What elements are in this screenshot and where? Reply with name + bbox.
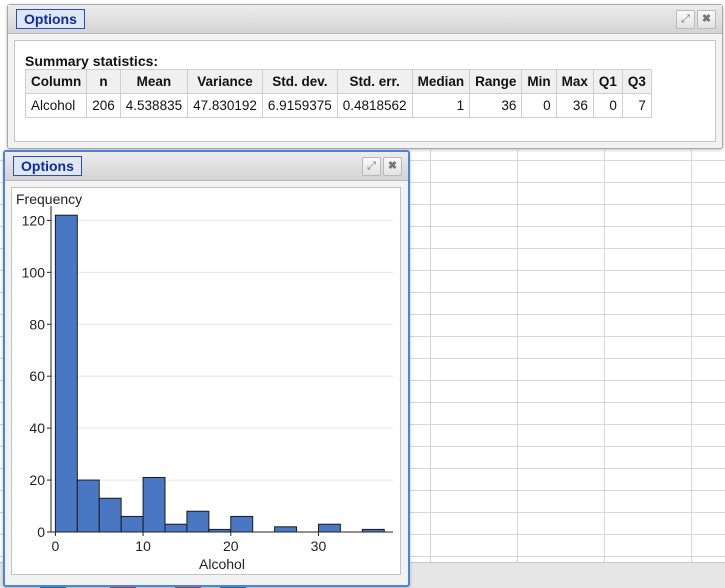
close-icon[interactable]: ✖ xyxy=(383,157,402,176)
y-tick-label: 0 xyxy=(37,524,45,540)
hist-content: 0204060801001200102030FrequencyAlcohol ☰ xyxy=(11,187,401,575)
histogram-panel: Options ⤢ ✖ 0 20 40 60 80 100 120 0 10 20 30 Freque… xyxy=(3,150,410,587)
table-cell: 4.538835 xyxy=(119,93,189,118)
stats-panel-titlebar[interactable]: Options ⤢ ✖ xyxy=(8,5,722,34)
y-tick-label: 40 xyxy=(29,420,45,436)
table-cell: 0 xyxy=(521,93,557,118)
y-tick-label: 60 xyxy=(29,368,45,384)
x-tick-label: 10 xyxy=(135,538,151,554)
histogram-bar[interactable] xyxy=(120,515,144,533)
table-cell: 36 xyxy=(555,93,594,118)
stats-content: Summary statistics: Column n Mean Variance S… xyxy=(14,40,716,142)
x-tick-label: 30 xyxy=(311,538,327,554)
y-tick-label: 100 xyxy=(22,264,46,280)
y-tick-label: 20 xyxy=(29,472,45,488)
column-header-min[interactable]: Min xyxy=(521,69,557,94)
y-tick-label: 120 xyxy=(22,212,46,228)
column-header-column[interactable]: Column xyxy=(24,69,88,94)
histogram-bar[interactable] xyxy=(54,214,78,533)
histogram-bar[interactable] xyxy=(76,479,100,533)
histogram-bar[interactable] xyxy=(317,523,341,533)
table-cell: 47.830192 xyxy=(187,93,263,118)
x-tick-label: 0 xyxy=(51,538,59,554)
column-header-max[interactable]: Max xyxy=(555,69,594,94)
table-cell: Alcohol xyxy=(24,93,88,118)
x-tick-label: 20 xyxy=(223,538,239,554)
stats-body: Alcohol 206 4.538835 47.830192 6.9159375 0.48… xyxy=(24,93,652,118)
histogram-bar[interactable] xyxy=(186,510,210,533)
expand-icon[interactable]: ⤢ xyxy=(362,157,381,176)
table-cell: 36 xyxy=(469,93,523,118)
table-row: Alcohol 206 4.538835 47.830192 6.9159375 0.48… xyxy=(24,93,652,118)
table-cell: 6.9159375 xyxy=(261,93,338,118)
summary-stats-panel: Options ⤢ ✖ Summary statistics: Column n M… xyxy=(7,4,723,149)
column-header-std-err[interactable]: Std. err. xyxy=(336,69,413,94)
column-header-q1[interactable]: Q1 xyxy=(592,69,623,94)
table-cell: 7 xyxy=(621,93,652,118)
column-header-n[interactable]: n xyxy=(86,69,121,94)
x-axis-label: Alcohol xyxy=(199,556,245,572)
close-icon[interactable]: ✖ xyxy=(697,10,716,29)
table-cell: 0.4818562 xyxy=(336,93,413,118)
table-cell: 1 xyxy=(411,93,471,118)
histogram-bar[interactable] xyxy=(164,523,188,533)
histogram-bar[interactable] xyxy=(230,515,254,533)
column-header-mean[interactable]: Mean xyxy=(119,69,189,94)
column-header-q3[interactable]: Q3 xyxy=(621,69,652,94)
column-header-std-dev[interactable]: Std. dev. xyxy=(261,69,338,94)
stats-table: Column n Mean Variance Std. dev. Std. err. Med… xyxy=(24,69,652,118)
y-axis-label: Frequency xyxy=(16,191,82,207)
table-cell: 206 xyxy=(86,93,121,118)
histogram-bar[interactable] xyxy=(274,526,298,533)
hist-panel-titlebar[interactable]: Options ⤢ ✖ xyxy=(5,152,408,181)
stats-title: Summary statistics: xyxy=(25,53,159,69)
stats-options-button[interactable]: Options xyxy=(16,9,85,29)
table-cell: 0 xyxy=(592,93,623,118)
y-tick-label: 80 xyxy=(29,316,45,332)
histogram-chart[interactable]: 0 20 40 60 80 100 120 0 10 20 30 Frequency Alcohol xyxy=(12,188,400,574)
hist-options-button[interactable]: Options xyxy=(13,156,82,176)
histogram-bar[interactable] xyxy=(142,476,166,533)
column-header-range[interactable]: Range xyxy=(469,69,523,94)
histogram-bar[interactable] xyxy=(98,497,122,533)
stats-header-row: Column n Mean Variance Std. dev. Std. err. Med… xyxy=(24,69,652,94)
column-header-median[interactable]: Median xyxy=(411,69,471,94)
column-header-variance[interactable]: Variance xyxy=(187,69,263,94)
app-screen: Options ⤢ ✖ Summary statistics: Column n M… xyxy=(0,0,725,588)
expand-icon[interactable]: ⤢ xyxy=(676,10,695,29)
